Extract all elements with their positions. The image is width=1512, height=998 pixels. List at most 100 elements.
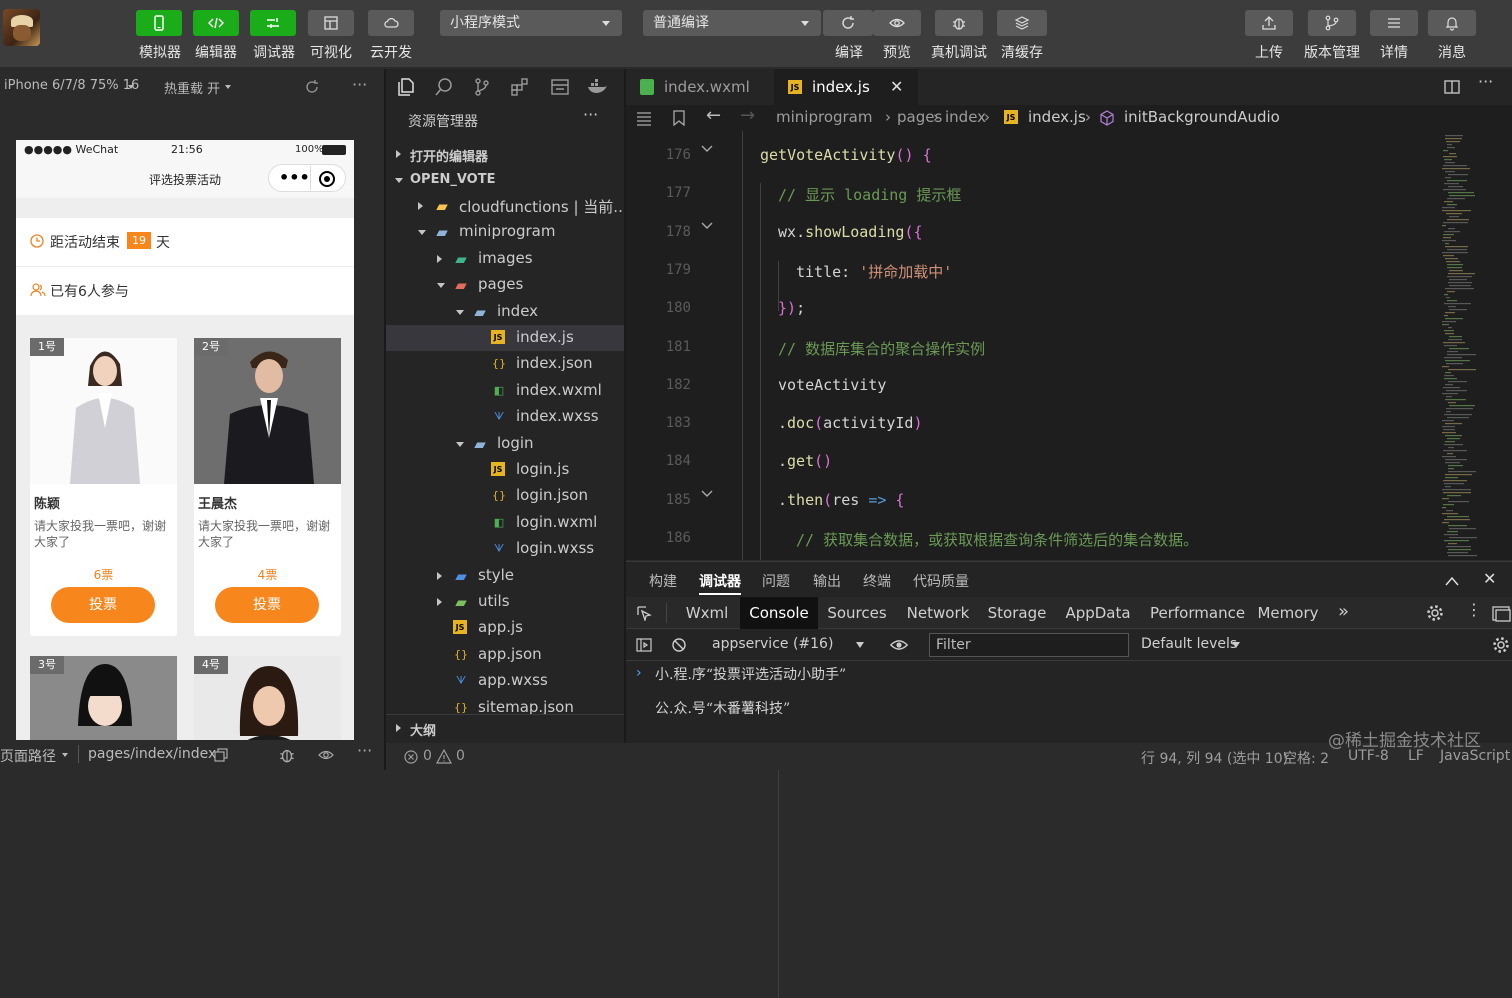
tab-build[interactable]: 构建 (649, 571, 677, 591)
gear-icon[interactable] (1492, 636, 1510, 654)
tree-item[interactable]: ▰ miniprogram (386, 219, 624, 245)
tree-item[interactable]: JS login.js (386, 457, 624, 483)
extensions-icon[interactable] (510, 77, 530, 97)
tree-item[interactable]: ◧ index.wxml (386, 378, 624, 404)
template-icon[interactable] (550, 77, 570, 97)
log-levels-select[interactable]: Default levels (1141, 636, 1237, 652)
code-line[interactable]: // 获取集合数据，或获取根据查询条件筛选后的集合数据。 (796, 529, 1198, 550)
breadcrumb-item[interactable]: miniprogram (776, 108, 872, 126)
code-line[interactable]: // 显示 loading 提示框 (778, 184, 961, 205)
gear-icon[interactable] (1426, 604, 1444, 622)
close-icon[interactable]: ✕ (1483, 569, 1496, 588)
inspect-icon[interactable] (636, 605, 652, 621)
devtab-console[interactable]: Console (740, 597, 818, 629)
section-project[interactable]: OPEN_VOTE (386, 167, 624, 193)
code-line[interactable]: getVoteActivity() { (760, 146, 932, 164)
eye-icon[interactable] (316, 747, 336, 763)
clear-cache-button[interactable] (997, 10, 1047, 36)
tree-item[interactable]: {} app.json (386, 642, 624, 668)
user-avatar[interactable] (3, 9, 40, 46)
fold-chevron-icon[interactable] (700, 140, 713, 152)
more-icon[interactable]: ··· (583, 105, 598, 124)
devtab-sources[interactable]: Sources (822, 597, 892, 629)
tab-terminal[interactable]: 终端 (863, 571, 891, 591)
indentation[interactable]: 空格: 2 (1283, 748, 1329, 768)
minimap[interactable] (1440, 131, 1512, 560)
compile-button[interactable] (823, 10, 873, 36)
search-icon[interactable] (434, 77, 454, 97)
console-filter-input[interactable]: Filter (929, 633, 1129, 657)
vote-button[interactable]: 投票 (51, 587, 155, 623)
compile-select[interactable]: 普通编译 (643, 10, 821, 36)
split-editor-icon[interactable] (1444, 79, 1460, 95)
more-tabs-icon[interactable]: » (1338, 601, 1349, 622)
tree-item[interactable]: JS index.js (386, 325, 624, 351)
source-control-icon[interactable] (472, 77, 492, 97)
editor-toggle-button[interactable] (193, 10, 239, 36)
more-icon[interactable]: ··· (357, 741, 372, 760)
messages-button[interactable] (1428, 10, 1476, 36)
code-line[interactable]: .get() (778, 452, 832, 470)
tree-item[interactable]: ᗐ index.wxss (386, 404, 624, 430)
debugger-toggle-button[interactable] (250, 10, 296, 36)
devtab-network[interactable]: Network (904, 597, 972, 629)
copy-icon[interactable] (214, 748, 228, 762)
context-select[interactable]: appservice (#16) (712, 636, 833, 652)
code-line[interactable]: voteActivity (778, 376, 886, 394)
mode-select[interactable]: 小程序模式 (440, 10, 622, 36)
forward-arrow-icon[interactable]: → (740, 105, 755, 126)
warning-icon[interactable] (436, 749, 452, 764)
tab-index-js[interactable]: JS index.js ✕ (774, 69, 918, 105)
tree-item[interactable]: JS app.js (386, 615, 624, 641)
bug-icon[interactable] (278, 746, 296, 764)
devtab-wxml[interactable]: Wxml (678, 597, 736, 629)
code-area[interactable]: 176 getVoteActivity() {177 // 显示 loading 提… (626, 131, 1436, 998)
close-icon[interactable]: ✕ (890, 69, 903, 105)
tree-item[interactable]: ▰ pages (386, 272, 624, 298)
code-line[interactable]: // 数据库集合的聚合操作实例 (778, 338, 985, 359)
cloud-dev-button[interactable] (368, 10, 414, 36)
hot-reload-select[interactable]: 热重载 开 (164, 78, 220, 97)
tab-output[interactable]: 输出 (813, 571, 841, 591)
eye-icon[interactable] (889, 638, 909, 652)
code-line[interactable]: .then(res => { (778, 491, 904, 509)
more-icon[interactable]: ··· (1478, 72, 1493, 91)
tab-problems[interactable]: 问题 (762, 571, 790, 591)
close-mini-program-icon[interactable] (319, 171, 335, 187)
code-line[interactable]: title: '拼命加载中' (796, 261, 952, 282)
sidebar-toggle-icon[interactable] (636, 637, 652, 653)
more-icon[interactable]: ··· (352, 75, 367, 94)
fold-chevron-icon[interactable] (700, 485, 713, 497)
chevron-right-icon[interactable]: › (636, 665, 642, 681)
preview-button[interactable] (873, 10, 921, 36)
tab-index-wxml[interactable]: index.wxml (626, 69, 772, 105)
kebab-menu-icon[interactable]: ⋮ (1466, 600, 1482, 619)
details-button[interactable] (1370, 10, 1418, 36)
breadcrumb-item[interactable]: index.js (1028, 108, 1086, 126)
warning-count[interactable]: 0 (456, 748, 465, 764)
version-button[interactable] (1308, 10, 1356, 36)
tree-item[interactable]: {} login.json (386, 483, 624, 509)
clear-console-icon[interactable] (671, 637, 687, 653)
back-arrow-icon[interactable]: ← (706, 105, 721, 126)
tree-item[interactable]: ▰ utils (386, 589, 624, 615)
cursor-position[interactable]: 行 94, 列 94 (选中 10) (1141, 748, 1288, 768)
devtab-appdata[interactable]: AppData (1064, 597, 1132, 629)
error-icon[interactable] (404, 750, 418, 764)
dock-icon[interactable] (1492, 606, 1512, 622)
visual-toggle-button[interactable] (308, 10, 354, 36)
devtab-storage[interactable]: Storage (986, 597, 1048, 629)
tree-item[interactable]: ᗐ app.wxss (386, 668, 624, 694)
code-line[interactable]: }); (778, 299, 805, 317)
tree-item[interactable]: ᗐ login.wxss (386, 536, 624, 562)
bookmark-icon[interactable] (672, 110, 686, 126)
vote-button[interactable]: 投票 (215, 587, 319, 623)
upload-button[interactable] (1245, 10, 1293, 36)
breadcrumb-item[interactable]: initBackgroundAudio (1124, 108, 1280, 126)
breadcrumb-item[interactable]: index (945, 108, 986, 126)
more-icon[interactable]: ••• (279, 168, 310, 187)
rotate-icon[interactable] (304, 79, 320, 95)
tree-item[interactable]: ▰ images (386, 246, 624, 272)
page-path-label[interactable]: 页面路径 (0, 746, 56, 766)
code-line[interactable]: .doc(activityId) (778, 414, 923, 432)
